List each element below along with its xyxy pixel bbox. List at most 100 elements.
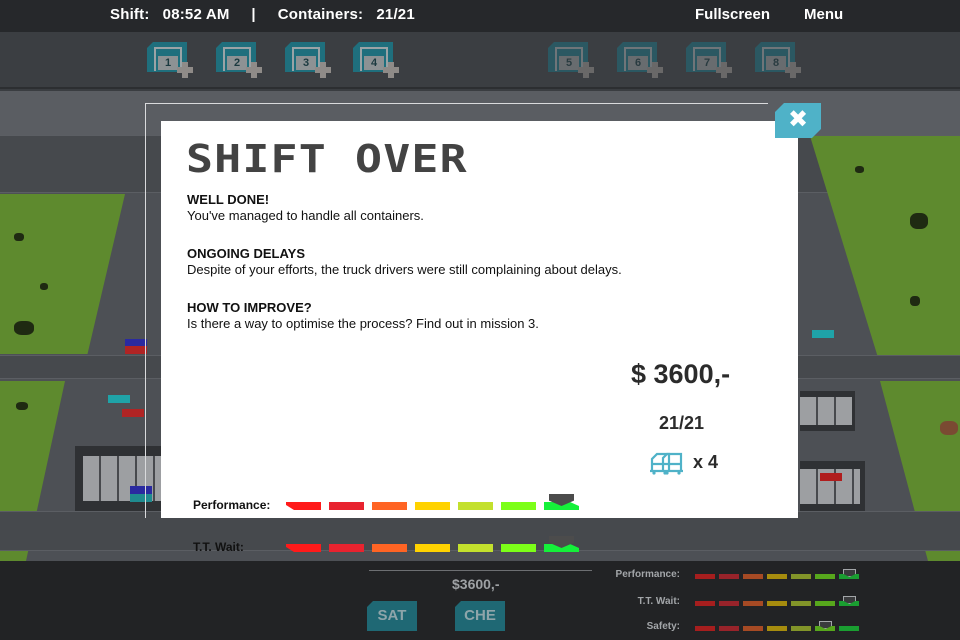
shift-label: Shift:	[110, 6, 150, 23]
section-ongoing-delays: ONGOING DELAYS Despite of your efforts, …	[187, 246, 622, 278]
plus-icon	[578, 62, 594, 78]
mini-rating-segment	[719, 626, 739, 631]
section-heading: WELL DONE!	[187, 192, 270, 207]
divider	[369, 570, 592, 571]
tree-icon	[940, 421, 958, 435]
crane-slot-2[interactable]: 2	[216, 42, 262, 78]
bottom-hud: $3600,- SAT CHE Performance: T.T. Wait: Sa…	[0, 561, 960, 640]
containers-count: 21/21	[376, 6, 415, 23]
rating-segment	[286, 502, 321, 510]
tab-sat[interactable]: SAT	[367, 601, 417, 631]
grass-area	[810, 136, 960, 356]
mini-rating-segment	[815, 601, 835, 606]
plus-icon	[383, 62, 399, 78]
plus-icon	[177, 62, 193, 78]
containers-handled: 21/21	[659, 413, 705, 433]
mini-rating-segment	[791, 601, 811, 606]
mini-rating-segment	[695, 574, 715, 579]
close-dialog-button[interactable]: ✖	[775, 103, 821, 138]
mini-rating-segment	[743, 601, 763, 606]
rating-segment	[501, 502, 536, 510]
crane-slot-1[interactable]: 1	[147, 42, 193, 78]
containers-label: Containers:	[277, 6, 364, 23]
crane-slot-5[interactable]: 5	[548, 42, 594, 78]
plus-icon	[246, 62, 262, 78]
fullscreen-button[interactable]: Fullscreen	[695, 6, 770, 23]
section-text: Is there a way to optimise the process? …	[187, 316, 539, 331]
mini-rating-segment	[695, 601, 715, 606]
section-heading: HOW TO IMPROVE?	[187, 300, 312, 315]
section-how-to-improve: HOW TO IMPROVE? Is there a way to optimi…	[187, 300, 539, 332]
mini-rating-segment	[815, 574, 835, 579]
crane-icon	[650, 452, 683, 475]
rating-segment	[372, 544, 407, 552]
mini-rating-segment	[839, 626, 859, 631]
container-yard	[800, 461, 865, 511]
crane-number: 7	[697, 56, 717, 70]
rating-label: Performance:	[193, 498, 271, 512]
section-well-done: WELL DONE! You've managed to handle all …	[187, 192, 424, 224]
mini-rating-label: Safety:	[646, 621, 680, 632]
rating-segment	[458, 502, 493, 510]
mini-rating-segment	[695, 626, 715, 631]
mini-rating-row: Performance:	[600, 569, 870, 583]
rating-segment	[329, 502, 364, 510]
mini-rating-segment	[767, 626, 787, 631]
tree-icon	[14, 233, 24, 241]
mini-rating-segment	[767, 601, 787, 606]
rating-segment	[501, 544, 536, 552]
tree-icon	[910, 296, 920, 306]
mini-rating-segment	[743, 574, 763, 579]
mini-rating-segment	[791, 626, 811, 631]
crane-number: 2	[227, 56, 247, 70]
section-text: Despite of your efforts, the truck drive…	[187, 262, 622, 277]
mini-rating-segment	[767, 574, 787, 579]
mini-rating-row: T.T. Wait:	[600, 596, 870, 610]
rating-segment	[329, 544, 364, 552]
rating-segment	[415, 544, 450, 552]
tree-icon	[16, 402, 28, 410]
mini-rating-label: Performance:	[615, 569, 680, 580]
mini-rating-segment	[719, 574, 739, 579]
crane-slot-4[interactable]: 4	[353, 42, 399, 78]
tree-icon	[40, 283, 48, 290]
mini-rating-meters: Performance: T.T. Wait: Safety:	[600, 567, 870, 637]
rating-row: Performance:	[193, 494, 593, 514]
bottom-cash: $3600,-	[452, 576, 500, 592]
tree-icon	[910, 213, 928, 229]
shift-over-dialog: SHIFT OVER WELL DONE! You've managed to …	[161, 121, 798, 592]
section-heading: ONGOING DELAYS	[187, 246, 305, 261]
rating-segment	[458, 544, 493, 552]
plus-icon	[785, 62, 801, 78]
rating-segment	[372, 502, 407, 510]
rating-segment	[415, 502, 450, 510]
plus-icon	[315, 62, 331, 78]
plus-icon	[716, 62, 732, 78]
mini-rating-segment	[791, 574, 811, 579]
top-status-bar: Shift: 08:52 AM | Containers: 21/21 Full…	[0, 0, 960, 32]
crane-slot-3[interactable]: 3	[285, 42, 331, 78]
plus-icon	[647, 62, 663, 78]
rating-label: T.T. Wait:	[193, 540, 244, 554]
container-yard	[800, 391, 855, 431]
dialog-title: SHIFT OVER	[186, 137, 468, 181]
shift-status: Shift: 08:52 AM | Containers: 21/21	[110, 6, 415, 23]
earned-money: $ 3600,-	[631, 359, 731, 389]
mini-rating-segment	[719, 601, 739, 606]
crane-number: 5	[559, 56, 579, 70]
menu-button[interactable]: Menu	[804, 6, 843, 23]
status-separator: |	[251, 6, 256, 23]
tab-che[interactable]: CHE	[455, 601, 505, 631]
crane-number: 6	[628, 56, 648, 70]
rating-row: T.T. Wait:	[193, 536, 593, 556]
crane-slot-6[interactable]: 6	[617, 42, 663, 78]
mini-rating-segment	[743, 626, 763, 631]
mini-rating-label: T.T. Wait:	[637, 596, 680, 607]
crane-slot-7[interactable]: 7	[686, 42, 732, 78]
cranes-earned-count: x 4	[693, 452, 719, 472]
crane-slot-8[interactable]: 8	[755, 42, 801, 78]
section-text: You've managed to handle all containers.	[187, 208, 424, 223]
mini-rating-row: Safety:	[600, 621, 870, 635]
tree-icon	[14, 321, 34, 335]
shift-time: 08:52 AM	[162, 6, 230, 23]
